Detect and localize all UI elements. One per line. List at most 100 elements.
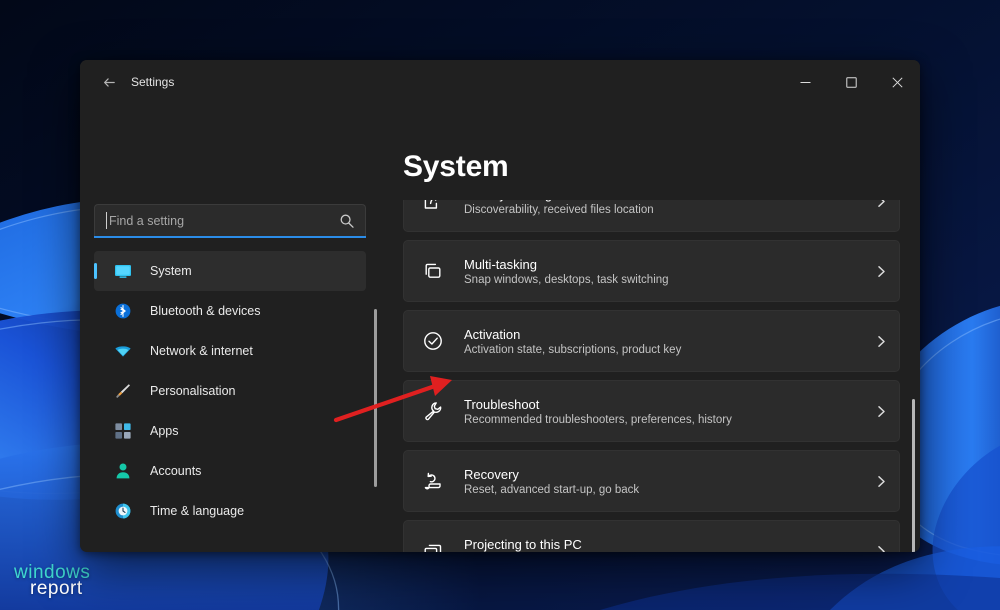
card-title: Multi-tasking — [464, 257, 863, 272]
card-text: Activation Activation state, subscriptio… — [464, 327, 863, 356]
recovery-icon — [420, 468, 446, 494]
settings-card-projecting-to-this-pc[interactable]: Projecting to this PC Permissions, pairi… — [403, 520, 900, 552]
bluetooth-glyph — [113, 301, 133, 321]
sidebar-nav-list: System Bluetooth & devices — [94, 251, 366, 531]
brush-icon — [112, 380, 134, 402]
card-subtitle: Recommended troubleshooters, preferences… — [464, 414, 863, 426]
app-title: Settings — [131, 60, 174, 104]
card-text: Nearby sharing Discoverability, received… — [464, 200, 863, 216]
wrench-icon — [420, 398, 446, 424]
card-title: Nearby sharing — [464, 200, 863, 202]
settings-card-recovery[interactable]: Recovery Reset, advanced start-up, go ba… — [403, 450, 900, 512]
chevron-right-icon[interactable] — [863, 335, 899, 348]
card-title: Projecting to this PC — [464, 537, 863, 552]
maximize-icon — [846, 77, 857, 88]
check-circle-icon — [420, 328, 446, 354]
sidebar-item-apps[interactable]: Apps — [94, 411, 366, 451]
card-text: Projecting to this PC Permissions, pairi… — [464, 537, 863, 553]
maximize-button[interactable] — [828, 60, 874, 104]
multitasking-icon — [420, 258, 446, 284]
settings-card-list: Nearby sharing Discoverability, received… — [403, 200, 900, 552]
monitor-icon — [112, 260, 134, 282]
card-title: Troubleshoot — [464, 397, 863, 412]
person-icon — [112, 460, 134, 482]
windows-report-watermark: windows report — [14, 563, 90, 598]
card-title: Activation — [464, 327, 863, 342]
check-circle-glyph — [422, 330, 444, 352]
projecting-glyph — [422, 540, 444, 552]
watermark-line-2: report — [30, 579, 90, 598]
magnifier-glyph — [339, 213, 355, 229]
search-field-wrapper[interactable]: Find a setting — [94, 204, 366, 238]
chevron-glyph — [875, 475, 888, 488]
bluetooth-icon — [112, 300, 134, 322]
sidebar-item-network-internet[interactable]: Network & internet — [94, 331, 366, 371]
sidebar-item-personalisation[interactable]: Personalisation — [94, 371, 366, 411]
text-caret — [106, 212, 107, 229]
brush-glyph — [113, 381, 133, 401]
chevron-glyph — [875, 545, 888, 553]
chevron-right-icon[interactable] — [863, 475, 899, 488]
wifi-icon — [112, 340, 134, 362]
close-icon — [892, 77, 903, 88]
sidebar-item-label: Personalisation — [150, 384, 235, 398]
sidebar-item-accounts[interactable]: Accounts — [94, 451, 366, 491]
sidebar-item-label: Network & internet — [150, 344, 253, 358]
sidebar-item-label: Time & language — [150, 504, 244, 518]
settings-card-multi-tasking[interactable]: Multi-tasking Snap windows, desktops, ta… — [403, 240, 900, 302]
sidebar-item-label: Apps — [150, 424, 179, 438]
chevron-right-icon[interactable] — [863, 200, 899, 208]
chevron-glyph — [875, 200, 888, 208]
chevron-right-icon[interactable] — [863, 265, 899, 278]
sidebar-item-label: Bluetooth & devices — [150, 304, 261, 318]
chevron-glyph — [875, 405, 888, 418]
settings-card-nearby-sharing[interactable]: Nearby sharing Discoverability, received… — [403, 200, 900, 232]
settings-card-activation[interactable]: Activation Activation state, subscriptio… — [403, 310, 900, 372]
wrench-glyph — [422, 400, 444, 422]
card-subtitle: Discoverability, received files location — [464, 204, 863, 216]
chevron-right-icon[interactable] — [863, 545, 899, 553]
card-subtitle: Reset, advanced start-up, go back — [464, 484, 863, 496]
settings-card-troubleshoot[interactable]: Troubleshoot Recommended troubleshooters… — [403, 380, 900, 442]
back-button[interactable] — [94, 69, 124, 95]
apps-icon — [112, 420, 134, 442]
card-subtitle: Snap windows, desktops, task switching — [464, 274, 863, 286]
sidebar-item-label: Accounts — [150, 464, 201, 478]
sidebar-item-label: System — [150, 264, 192, 278]
main-content: System Nearby sharing Discoverabil — [385, 104, 920, 552]
sidebar-item-bluetooth-devices[interactable]: Bluetooth & devices — [94, 291, 366, 331]
clock-glyph — [113, 501, 133, 521]
multitasking-glyph — [422, 260, 444, 282]
selection-indicator — [94, 263, 97, 279]
wifi-glyph — [113, 341, 133, 361]
search-focus-underline — [94, 236, 366, 238]
card-subtitle: Activation state, subscriptions, product… — [464, 344, 863, 356]
recovery-glyph — [422, 470, 444, 492]
card-title: Recovery — [464, 467, 863, 482]
card-text: Troubleshoot Recommended troubleshooters… — [464, 397, 863, 426]
sidebar-item-time-language[interactable]: Time & language — [94, 491, 366, 531]
sidebar-item-system[interactable]: System — [94, 251, 366, 291]
clock-icon — [112, 500, 134, 522]
card-text: Recovery Reset, advanced start-up, go ba… — [464, 467, 863, 496]
minimize-icon — [800, 77, 811, 88]
projecting-icon — [420, 538, 446, 552]
chevron-glyph — [875, 335, 888, 348]
chevron-right-icon[interactable] — [863, 405, 899, 418]
close-button[interactable] — [874, 60, 920, 104]
page-title: System — [403, 150, 509, 184]
settings-window: Settings Find a setting — [80, 60, 920, 552]
arrow-left-icon — [102, 75, 117, 90]
sidebar-scrollbar-thumb[interactable] — [374, 309, 377, 487]
apps-glyph — [113, 421, 133, 441]
search-icon[interactable] — [339, 213, 355, 229]
sidebar: Find a setting System — [80, 104, 385, 552]
search-input[interactable] — [94, 204, 366, 238]
card-text: Multi-tasking Snap windows, desktops, ta… — [464, 257, 863, 286]
share-glyph — [422, 200, 444, 212]
main-scrollbar-thumb[interactable] — [912, 399, 915, 552]
person-glyph — [113, 461, 133, 481]
title-bar: Settings — [80, 60, 920, 104]
share-icon — [420, 200, 446, 214]
minimize-button[interactable] — [782, 60, 828, 104]
